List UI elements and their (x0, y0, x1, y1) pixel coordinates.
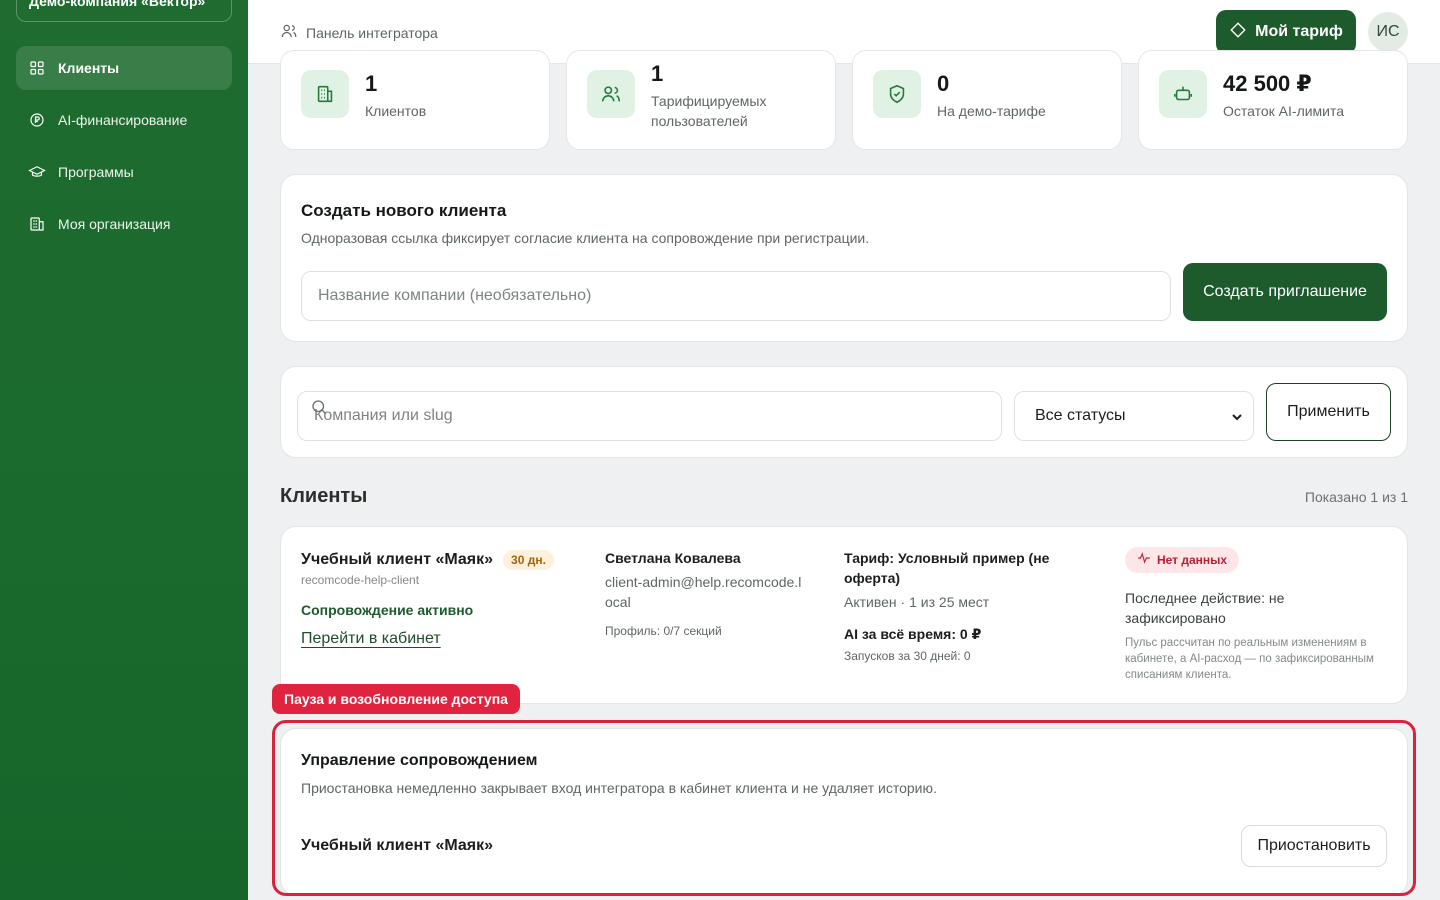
create-client-title: Создать нового клиента (301, 201, 507, 220)
clients-count: Показано 1 из 1 (1304, 489, 1408, 505)
tariff-status-row: Активен · 1 из 25 мест (844, 594, 989, 610)
status-select[interactable]: Все статусы (1014, 391, 1254, 441)
stat-label: Тарифицируемых пользователей (651, 93, 767, 129)
stat-label: Клиентов (365, 103, 427, 119)
days-badge: 30 дн. (503, 550, 554, 570)
clients-section-title: Клиенты (280, 485, 368, 507)
stat-card-clients: 1 Клиентов (280, 50, 550, 150)
building-icon (301, 70, 349, 118)
create-client-description: Одноразовая ссылка фиксирует согласие кл… (301, 230, 870, 246)
tariff-status: Активен (844, 594, 897, 610)
chevron-down-icon (1231, 410, 1243, 422)
company-name-placeholder: Название компании (необязательно) (318, 287, 592, 304)
stat-card-billable-users: 1 Тарифицируемых пользователей (566, 50, 836, 150)
tariff-title: Тариф: Условный пример (не оферта) (844, 550, 1050, 586)
grid-icon (28, 59, 46, 77)
create-client-card: Создать нового клиента Одноразовая ссылк… (280, 174, 1408, 342)
sidebar-item-label: Программы (58, 164, 134, 180)
users-icon (280, 22, 306, 43)
my-tariff-label: Мой тариф (1255, 23, 1343, 40)
coin-icon (28, 111, 46, 129)
stat-value: 0 (937, 71, 950, 96)
stat-value: 1 (365, 71, 378, 96)
sidebar-nav: Клиенты AI-финансирование Программы Моя … (16, 46, 232, 254)
org-switcher[interactable]: Демо-компания «Вектор» (16, 0, 232, 22)
pulse-icon (1137, 551, 1151, 570)
stat-card-demo-tariff: 0 На демо-тарифе (852, 50, 1122, 150)
building-icon (28, 215, 46, 233)
sidebar-item-clients[interactable]: Клиенты (16, 46, 232, 90)
org-name: Демо-компания «Вектор» (29, 0, 206, 9)
highlight-frame (272, 720, 1416, 896)
apply-filter-button[interactable]: Применить (1266, 383, 1391, 441)
tariff-seats: 1 из 25 мест (909, 594, 990, 610)
stat-value: 42 500 ₽ (1223, 71, 1312, 96)
search-placeholder: Компания или slug (314, 407, 453, 424)
highlight-tag: Пауза и возобновление доступа (272, 684, 520, 714)
client-slug: recomcode-help-client (301, 573, 420, 587)
stat-label: На демо-тарифе (937, 103, 1046, 119)
profile-progress: Профиль: 0/7 секций (605, 624, 722, 638)
sidebar: Демо-компания «Вектор» Клиенты AI-финанс… (0, 0, 248, 900)
search-icon (310, 398, 328, 421)
robot-icon (1159, 70, 1207, 118)
stat-label: Остаток AI-лимита (1223, 103, 1345, 119)
sidebar-item-programs[interactable]: Программы (16, 150, 232, 194)
runs-30-days: Запусков за 30 дней: 0 (844, 649, 971, 663)
breadcrumb-label: Панель интегратора (306, 24, 438, 41)
filter-card: Компания или slug Все статусы Применить (280, 366, 1408, 458)
sidebar-item-ai-financing[interactable]: AI-финансирование (16, 98, 232, 142)
shield-check-icon (873, 70, 921, 118)
open-cabinet-link[interactable]: Перейти в кабинет (301, 630, 441, 648)
pulse-badge: Нет данных (1125, 547, 1240, 573)
stat-card-ai-limit: 42 500 ₽ Остаток AI-лимита (1138, 50, 1408, 150)
diamond-icon (1229, 21, 1247, 44)
graduation-cap-icon (28, 163, 46, 181)
stat-value: 1 (651, 61, 664, 86)
sidebar-item-my-organization[interactable]: Моя организация (16, 202, 232, 246)
contact-email: client-admin@help.recomcode.local (605, 574, 802, 610)
client-card: Учебный клиент «Маяк» 30 дн. recomcode-h… (280, 526, 1408, 704)
client-name: Учебный клиент «Маяк» (301, 551, 494, 568)
pulse-note: Пульс рассчитан по реальным изменениям в… (1125, 637, 1374, 681)
sidebar-item-label: Клиенты (58, 60, 120, 76)
search-input[interactable]: Компания или slug (297, 391, 1002, 441)
create-invitation-button[interactable]: Создать приглашение (1183, 263, 1387, 321)
breadcrumb: Панель интегратора (280, 22, 438, 43)
client-name-row: Учебный клиент «Маяк» 30 дн. (301, 550, 554, 570)
my-tariff-button[interactable]: Мой тариф (1216, 10, 1356, 54)
contact-name: Светлана Ковалева (605, 550, 741, 566)
status-select-value: Все статусы (1035, 407, 1126, 424)
users-icon (587, 70, 635, 118)
last-action: Последнее действие: не зафиксировано (1125, 590, 1285, 626)
company-name-input[interactable]: Название компании (необязательно) (301, 271, 1171, 321)
sidebar-item-label: Моя организация (58, 216, 171, 232)
separator-dot: · (900, 594, 910, 610)
avatar[interactable]: ИС (1368, 12, 1408, 52)
support-status: Сопровождение активно (301, 602, 474, 618)
sidebar-item-label: AI-финансирование (58, 112, 188, 128)
ai-total-spend: AI за всё время: 0 ₽ (844, 626, 982, 642)
pulse-badge-label: Нет данных (1157, 553, 1228, 567)
